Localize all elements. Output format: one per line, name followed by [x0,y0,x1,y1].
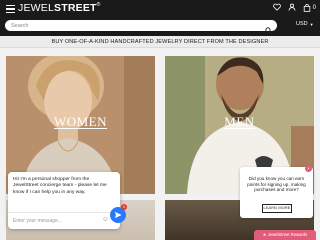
heart-icon[interactable] [272,3,281,13]
search-input[interactable] [11,20,259,31]
header-icons: 0 [272,3,316,13]
points-text: Did you know you can earn points for sig… [247,176,306,193]
category-label-women: WOMEN [53,114,108,129]
search-icon[interactable] [265,21,273,34]
category-label-men: MEN [224,114,255,129]
rewards-tab[interactable]: ★ JewelStreet Rewards [254,230,316,240]
menu-icon[interactable] [6,5,15,14]
chevron-down-icon: ▼ [309,21,314,27]
promo-banner: BUY ONE-OF-A-KIND HANDCRAFTED JEWELRY DI… [0,36,320,48]
emoji-icon[interactable]: ☺ [102,216,109,223]
currency-selector[interactable]: USD ▼ [296,21,314,27]
bag-icon [303,4,310,12]
logo-text-bold: STREET [54,2,97,14]
learn-more-button[interactable]: LEARN MORE [262,204,292,213]
close-icon[interactable]: × [305,165,312,172]
logo-mark: ® [96,2,101,8]
user-icon[interactable] [288,3,296,13]
chat-unread-badge: 1 [121,204,127,210]
cart-count: 0 [312,5,316,11]
chat-input[interactable] [13,216,95,226]
chat-widget: Hi! I'm a personal shopper from the Jewe… [8,172,120,229]
send-icon [114,211,122,219]
currency-label: USD [296,21,308,27]
search-bar [5,20,277,34]
points-popup: × Did you know you can earn points for s… [240,165,313,218]
site-logo[interactable]: JEWELSTREET® [18,2,101,14]
chat-message: Hi! I'm a personal shopper from the Jewe… [13,177,107,195]
logo-text: JEWEL [18,2,55,14]
cart-button[interactable]: 0 [303,3,316,13]
site-header: JEWELSTREET® 0 USD ▼ [0,0,320,36]
